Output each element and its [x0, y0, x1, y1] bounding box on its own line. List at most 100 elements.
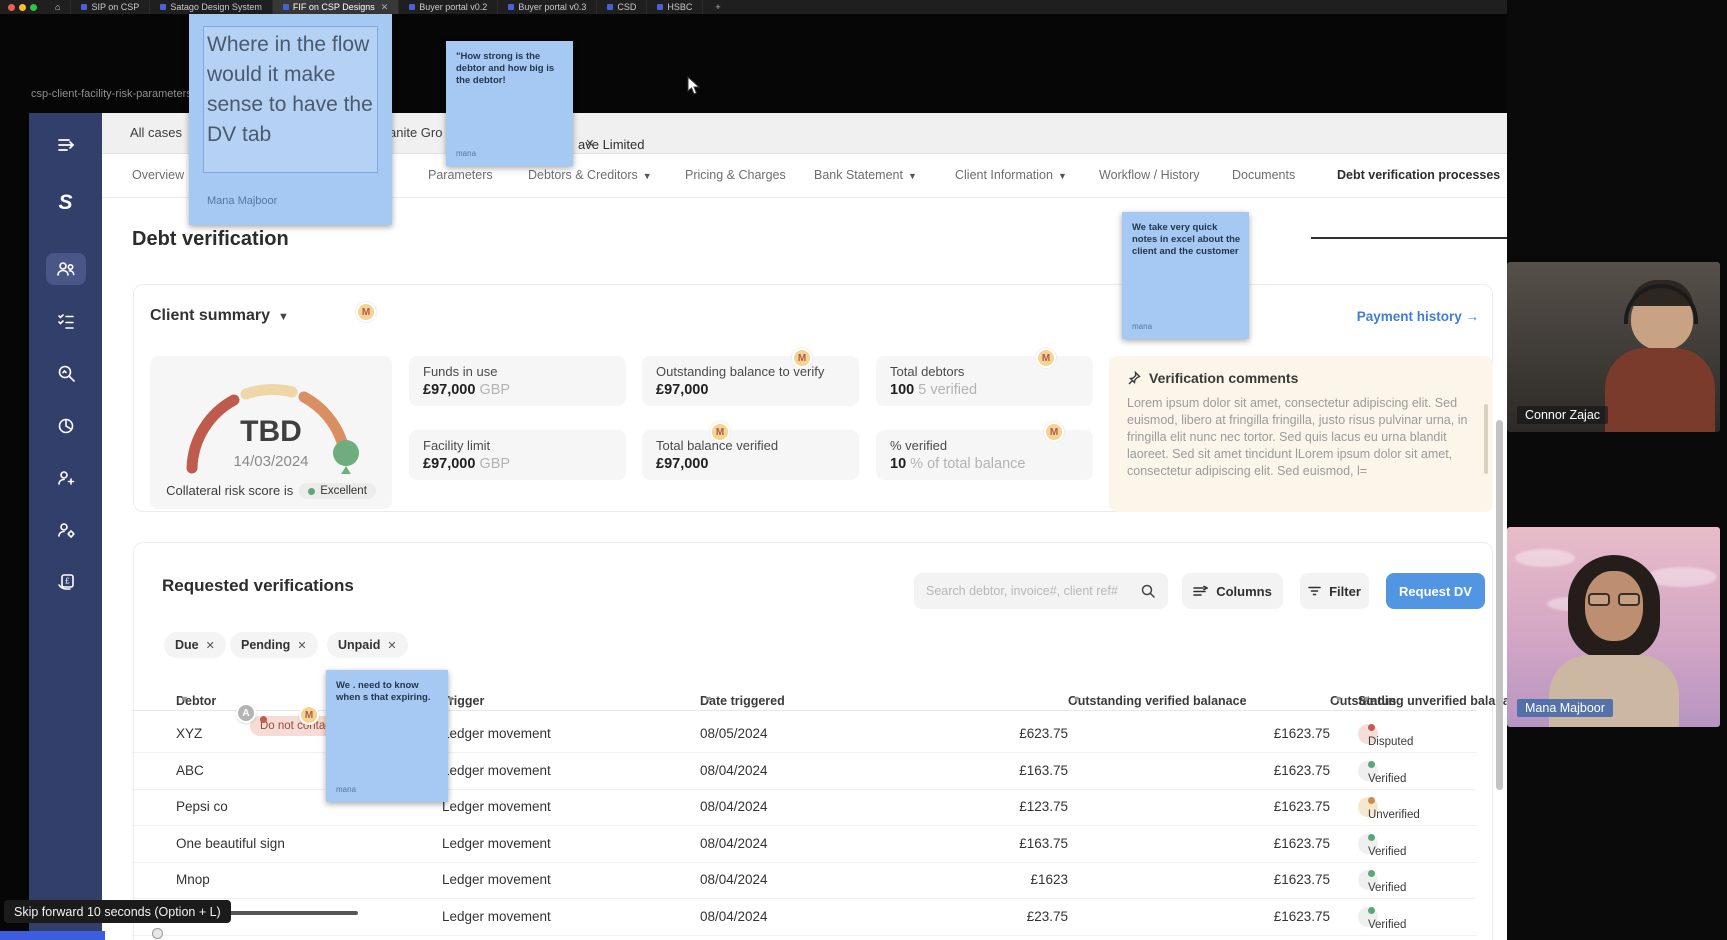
remove-chip-icon[interactable]: ✕	[297, 639, 306, 652]
search-input[interactable]: Search debtor, invoice#, client ref#	[914, 573, 1168, 609]
close-window-icon[interactable]	[8, 3, 15, 11]
sidebar-item-add-client-icon[interactable]	[46, 462, 86, 494]
close-case-icon[interactable]: ✕	[585, 137, 594, 150]
browser-tab[interactable]: HSBC	[647, 0, 704, 14]
cell-unverified-balance: £1623.75	[1273, 726, 1330, 741]
sidebar-item-payments-icon[interactable]: £	[46, 566, 86, 598]
metric-tile-total-balance-verified: Total balance verified £97,000 M	[642, 422, 859, 480]
all-cases-tab[interactable]: All cases	[130, 125, 182, 140]
active-case-tab[interactable]: ave Limited ✕	[578, 125, 644, 152]
browser-tab[interactable]: CSD	[597, 0, 648, 14]
sidebar-item-user-settings-icon[interactable]	[46, 514, 86, 546]
cell-unverified-balance: £1623.75	[1273, 909, 1330, 924]
tab-client-information[interactable]: Client Information ▼	[955, 168, 1067, 182]
browser-tab[interactable]: Satago Design System	[150, 0, 273, 14]
payment-history-link[interactable]: Payment history →	[1357, 309, 1479, 324]
columns-button[interactable]: Columns	[1182, 573, 1283, 609]
cell-trigger: Ledger movement	[442, 726, 551, 741]
gauge-caption: Collateral risk score is Excellent	[150, 483, 392, 499]
figma-file-icon	[282, 4, 289, 10]
screen: ⌂ SIP on CSP Satago Design System FIF on C…	[0, 0, 1727, 940]
cell-unverified-balance: £1623.75	[1273, 799, 1330, 815]
sticky-note-dv-tab[interactable]: Where in the flow would it make sense to…	[189, 14, 392, 225]
page-title: Debt verification	[132, 228, 289, 250]
browser-tab[interactable]: Buyer portal v0.3	[498, 0, 598, 14]
comments-scrollbar[interactable]	[1484, 404, 1488, 474]
browser-tab[interactable]: SIP on CSP	[71, 0, 151, 14]
cell-date: 08/04/2024	[700, 909, 768, 924]
case-tab-fragment[interactable]: anite Gro	[389, 125, 442, 140]
sidebar-item-search-icon[interactable]	[46, 357, 86, 389]
request-dv-button[interactable]: Request DV	[1386, 573, 1485, 609]
sticky-note-expiring[interactable]: We . need to know when s that expiring. …	[326, 670, 448, 802]
cell-date: 08/05/2024	[700, 726, 768, 741]
cell-verified-balance: £23.75	[1026, 909, 1068, 924]
tab-documents[interactable]: Documents	[1232, 168, 1295, 182]
sticky-note-debtor-strength[interactable]: "How strong is the debtor and how big is…	[446, 41, 573, 166]
table-row[interactable]: One beautiful sign Ledger movement 08/04/2…	[132, 826, 1477, 863]
cell-debtor: XYZ	[176, 726, 203, 741]
breadcrumb: csp-client-facility-risk-parameters	[31, 88, 192, 100]
figma-file-icon	[508, 4, 515, 10]
chevron-down-icon: ▼	[642, 171, 652, 181]
participant-name-label: Mana Majboor	[1517, 699, 1613, 717]
metric-tile-outstanding-balance-to-verify: Outstanding balance to verify £97,000 M	[642, 348, 859, 406]
vertical-scrollbar[interactable]	[1496, 420, 1503, 790]
sidebar-item-reports-icon[interactable]	[46, 410, 86, 442]
avatar: M	[1044, 422, 1064, 442]
new-tab-button[interactable]: +	[703, 0, 732, 14]
filter-chip-due[interactable]: Due ✕	[164, 632, 226, 658]
remove-chip-icon[interactable]: ✕	[387, 639, 396, 652]
table-row[interactable]: Ledger movement 08/04/2024 £23.75 £1623.75 V…	[132, 899, 1477, 936]
cell-unverified-balance: £1623.75	[1273, 762, 1330, 778]
player-control-fragment[interactable]	[0, 931, 105, 940]
tab-bank-statement[interactable]: Bank Statement ▼	[814, 168, 917, 182]
close-tab-icon[interactable]: ✕	[381, 2, 389, 13]
cell-debtor: One beautiful sign	[176, 835, 285, 851]
home-icon[interactable]: ⌂	[45, 0, 72, 14]
filter-chip-unpaid[interactable]: Unpaid ✕	[327, 632, 408, 658]
cell-unverified-balance: £1623.75	[1273, 872, 1330, 888]
tab-workflow-history[interactable]: Workflow / History	[1099, 168, 1199, 182]
cell-debtor: ABC	[176, 762, 204, 778]
tab-debtors-creditors[interactable]: Debtors & Creditors ▼	[528, 168, 652, 182]
filter-chip-pending[interactable]: Pending ✕	[230, 632, 318, 658]
tab-overview[interactable]: Overview	[132, 168, 184, 182]
player-tooltip: Skip forward 10 seconds (Option + L)	[4, 900, 231, 923]
tab-parameters[interactable]: Parameters	[428, 168, 493, 182]
minimize-window-icon[interactable]	[19, 3, 26, 11]
columns-icon	[1193, 585, 1209, 596]
figma-file-icon	[409, 4, 416, 10]
tab-pricing-charges[interactable]: Pricing & Charges	[685, 168, 786, 182]
svg-text:£: £	[65, 577, 70, 586]
video-tile-mana: Mana Majboor	[1507, 527, 1720, 727]
scrubber-handle[interactable]	[152, 928, 163, 939]
sidebar-item-tasks-icon[interactable]	[46, 305, 86, 337]
sticky-note-excel-notes[interactable]: We take very quick notes in excel about …	[1122, 212, 1249, 339]
cell-trigger: Ledger movement	[442, 872, 551, 888]
remove-chip-icon[interactable]: ✕	[206, 639, 215, 652]
satago-logo-icon[interactable]: S	[46, 187, 86, 219]
cell-date: 08/04/2024	[700, 799, 768, 815]
filter-button[interactable]: Filter	[1300, 573, 1369, 609]
browser-tab[interactable]: Buyer portal v0.2	[399, 0, 499, 14]
maximize-window-icon[interactable]	[30, 3, 37, 11]
window-controls[interactable]	[0, 0, 45, 14]
cell-debtor: Mnop	[176, 872, 210, 888]
collapse-menu-icon[interactable]	[46, 129, 86, 161]
collaborator-avatar-a: A	[236, 703, 256, 723]
video-tile-connor: Connor Zajac	[1507, 262, 1720, 432]
browser-tab[interactable]: FIF on CSP Designs ✕	[272, 0, 400, 14]
client-summary-toggle[interactable]: Client summary ▼	[150, 307, 289, 325]
sidebar-item-clients-icon[interactable]	[45, 253, 86, 285]
tab-debt-verification-processes[interactable]: Debt verification processes	[1337, 168, 1500, 182]
table-row[interactable]: Mnop Ledger movement 08/04/2024 £1623 £1623.…	[132, 862, 1477, 900]
avatar: M	[792, 348, 812, 368]
participant-name-label: Connor Zajac	[1517, 406, 1609, 424]
cell-trigger: Ledger movement	[442, 909, 551, 924]
cell-unverified-balance: £1623.75	[1273, 835, 1330, 851]
gauge-score: TBD	[240, 415, 302, 448]
cell-trigger: Ledger movement	[442, 835, 551, 851]
cell-verified-balance: £163.75	[1019, 762, 1068, 778]
metric-tile-funds-in-use: Funds in use £97,000 GBP	[409, 356, 626, 406]
